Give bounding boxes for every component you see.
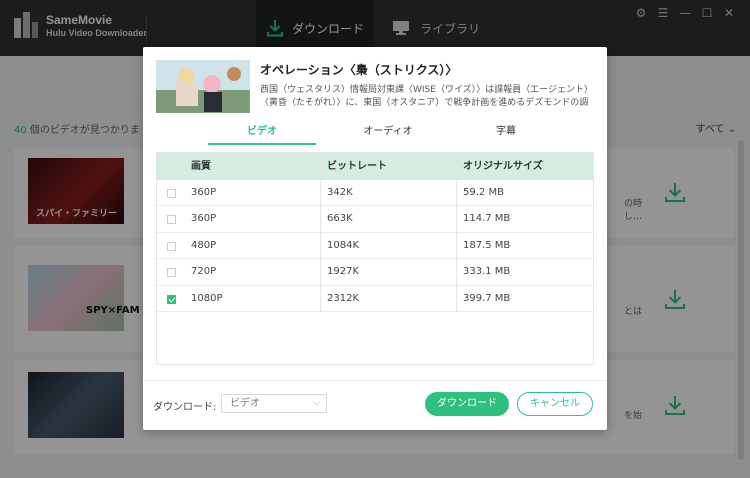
chevron-down-icon: ⌵	[313, 398, 320, 408]
cell-size: 59.2 MB	[463, 187, 504, 198]
download-button[interactable]: ダウンロード	[425, 392, 509, 416]
cell-size: 187.5 MB	[463, 239, 511, 251]
download-settings-dialog: オペレーション〈梟（ストリクス）〉 西国（ウェスタリス）情報局対東課〈WISE（…	[143, 47, 607, 430]
table-row[interactable]: 360P 663K 114.7 MB	[157, 206, 593, 233]
table-row[interactable]: 1080P 2312K 399.7 MB	[157, 286, 593, 312]
cell-size: 399.7 MB	[463, 292, 511, 304]
download-type-select[interactable]: ビデオ ⌵	[221, 394, 327, 413]
format-tabs: ビデオ オーディオ 字幕	[156, 124, 594, 146]
active-tab-indicator	[208, 143, 316, 145]
row-checkbox[interactable]	[167, 189, 176, 198]
select-value: ビデオ	[230, 398, 260, 409]
header-size: オリジナルサイズ	[463, 161, 543, 172]
cell-quality: 360P	[191, 187, 217, 198]
cancel-button[interactable]: キャンセル	[517, 392, 593, 416]
row-checkbox-checked[interactable]	[167, 294, 176, 304]
table-row[interactable]: 480P 1084K 187.5 MB	[157, 233, 593, 260]
header-quality: 画質	[191, 161, 211, 172]
cell-quality: 1080P	[191, 292, 223, 304]
cell-size: 333.1 MB	[463, 266, 511, 278]
cell-size: 114.7 MB	[463, 213, 511, 225]
cell-bitrate: 1927K	[327, 266, 360, 278]
cell-bitrate: 663K	[327, 213, 353, 225]
download-type-label: ダウンロード:	[153, 402, 217, 413]
cell-bitrate: 2312K	[327, 292, 360, 304]
table-row[interactable]: 720P 1927K 333.1 MB	[157, 259, 593, 286]
table-row[interactable]: 360P 342K 59.2 MB	[157, 180, 593, 207]
cell-quality: 720P	[191, 266, 217, 278]
episode-description: 西国（ウェスタリス）情報局対東課〈WISE（ワイズ）〉は諜報員（エージェント）〈…	[260, 85, 594, 108]
cell-quality: 480P	[191, 239, 217, 251]
row-checkbox[interactable]	[167, 215, 176, 225]
episode-thumbnail	[156, 60, 250, 113]
tab-subtitles[interactable]: 字幕	[452, 124, 560, 146]
episode-title: オペレーション〈梟（ストリクス）〉	[260, 63, 458, 77]
cell-bitrate: 1084K	[327, 239, 360, 251]
cell-quality: 360P	[191, 213, 217, 225]
row-checkbox[interactable]	[167, 268, 176, 278]
dialog-footer: ダウンロード: ビデオ ⌵ ダウンロード キャンセル	[143, 380, 607, 430]
table-header: 画質 ビットレート オリジナルサイズ	[157, 153, 593, 180]
tab-audio[interactable]: オーディオ	[334, 124, 442, 146]
cell-bitrate: 342K	[327, 187, 353, 198]
header-bitrate: ビットレート	[327, 161, 387, 172]
quality-table: 画質 ビットレート オリジナルサイズ 360P 342K 59.2 MB 360…	[156, 152, 594, 365]
row-checkbox[interactable]	[167, 241, 176, 251]
